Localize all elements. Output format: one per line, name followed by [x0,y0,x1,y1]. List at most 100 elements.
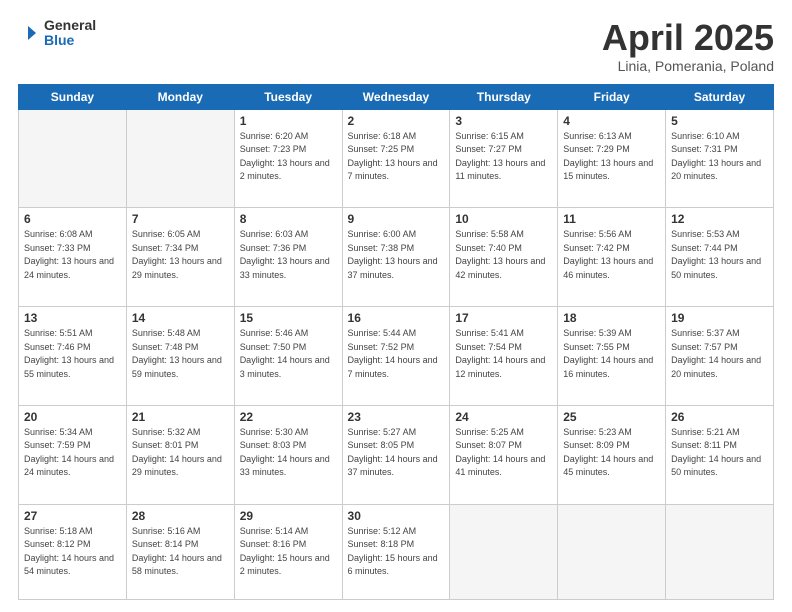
month-title: April 2025 [602,18,774,58]
calendar-cell: 25 Sunrise: 5:23 AM Sunset: 8:09 PM Dayli… [558,405,666,504]
calendar-cell: 5 Sunrise: 6:10 AM Sunset: 7:31 PM Daylig… [666,109,774,208]
calendar-cell: 30 Sunrise: 5:12 AM Sunset: 8:18 PM Dayli… [342,504,450,599]
header-sunday: Sunday [19,84,127,109]
logo: General Blue [18,18,96,49]
calendar-cell: 26 Sunrise: 5:21 AM Sunset: 8:11 PM Dayli… [666,405,774,504]
calendar-cell: 12 Sunrise: 5:53 AM Sunset: 7:44 PM Dayli… [666,208,774,307]
day-info: Sunrise: 6:08 AM Sunset: 7:33 PM Dayligh… [24,228,121,282]
calendar-cell: 19 Sunrise: 5:37 AM Sunset: 7:57 PM Dayli… [666,307,774,406]
day-number: 24 [455,410,552,424]
day-info: Sunrise: 5:37 AM Sunset: 7:57 PM Dayligh… [671,327,768,381]
calendar-week-row: 27 Sunrise: 5:18 AM Sunset: 8:12 PM Dayli… [19,504,774,599]
day-number: 22 [240,410,337,424]
header-saturday: Saturday [666,84,774,109]
day-info: Sunrise: 5:32 AM Sunset: 8:01 PM Dayligh… [132,426,229,480]
calendar-cell [126,109,234,208]
day-info: Sunrise: 5:12 AM Sunset: 8:18 PM Dayligh… [348,525,445,579]
day-info: Sunrise: 5:53 AM Sunset: 7:44 PM Dayligh… [671,228,768,282]
logo-general: General [44,18,96,33]
day-number: 3 [455,114,552,128]
location: Linia, Pomerania, Poland [602,58,774,74]
day-number: 27 [24,509,121,523]
header-wednesday: Wednesday [342,84,450,109]
calendar-cell [666,504,774,599]
day-info: Sunrise: 5:25 AM Sunset: 8:07 PM Dayligh… [455,426,552,480]
day-number: 9 [348,212,445,226]
calendar-cell: 28Sunrise: 5:16 AM Sunset: 8:14 PM Dayli… [126,504,234,599]
calendar-cell: 1 Sunrise: 6:20 AM Sunset: 7:23 PM Daylig… [234,109,342,208]
day-info: Sunrise: 5:48 AM Sunset: 7:48 PM Dayligh… [132,327,229,381]
day-number: 21 [132,410,229,424]
day-number: 17 [455,311,552,325]
day-info: Sunrise: 5:30 AM Sunset: 8:03 PM Dayligh… [240,426,337,480]
day-info: Sunrise: 5:18 AM Sunset: 8:12 PM Dayligh… [24,525,121,579]
day-number: 13 [24,311,121,325]
day-number: 1 [240,114,337,128]
calendar-cell [450,504,558,599]
calendar-cell: 23 Sunrise: 5:27 AM Sunset: 8:05 PM Dayli… [342,405,450,504]
day-info: Sunrise: 5:21 AM Sunset: 8:11 PM Dayligh… [671,426,768,480]
calendar-week-row: 1 Sunrise: 6:20 AM Sunset: 7:23 PM Daylig… [19,109,774,208]
logo-chevron-icon [18,22,40,44]
day-number: 18 [563,311,660,325]
calendar-cell: 22 Sunrise: 5:30 AM Sunset: 8:03 PM Dayli… [234,405,342,504]
header: General Blue April 2025 Linia, Pomerania… [18,18,774,74]
calendar-cell: 20Sunrise: 5:34 AM Sunset: 7:59 PM Dayli… [19,405,127,504]
page: General Blue April 2025 Linia, Pomerania… [0,0,792,612]
calendar-cell: 9 Sunrise: 6:00 AM Sunset: 7:38 PM Daylig… [342,208,450,307]
calendar-cell: 2 Sunrise: 6:18 AM Sunset: 7:25 PM Daylig… [342,109,450,208]
calendar-cell: 7Sunrise: 6:05 AM Sunset: 7:34 PM Daylig… [126,208,234,307]
day-info: Sunrise: 6:00 AM Sunset: 7:38 PM Dayligh… [348,228,445,282]
header-friday: Friday [558,84,666,109]
day-number: 12 [671,212,768,226]
calendar-cell: 6Sunrise: 6:08 AM Sunset: 7:33 PM Daylig… [19,208,127,307]
day-header-row: Sunday Monday Tuesday Wednesday Thursday… [19,84,774,109]
day-info: Sunrise: 5:41 AM Sunset: 7:54 PM Dayligh… [455,327,552,381]
day-number: 10 [455,212,552,226]
calendar-cell: 29 Sunrise: 5:14 AM Sunset: 8:16 PM Dayli… [234,504,342,599]
calendar-cell: 13 Sunrise: 5:51 AM Sunset: 7:46 PM Dayli… [19,307,127,406]
day-number: 29 [240,509,337,523]
day-number: 26 [671,410,768,424]
day-number: 30 [348,509,445,523]
day-info: Sunrise: 5:39 AM Sunset: 7:55 PM Dayligh… [563,327,660,381]
calendar-cell: 11 Sunrise: 5:56 AM Sunset: 7:42 PM Dayli… [558,208,666,307]
calendar-cell: 15Sunrise: 5:46 AM Sunset: 7:50 PM Dayli… [234,307,342,406]
day-info: Sunrise: 5:23 AM Sunset: 8:09 PM Dayligh… [563,426,660,480]
calendar-cell: 3 Sunrise: 6:15 AM Sunset: 7:27 PM Daylig… [450,109,558,208]
day-info: Sunrise: 5:56 AM Sunset: 7:42 PM Dayligh… [563,228,660,282]
logo-text: General Blue [18,18,96,49]
calendar-table: Sunday Monday Tuesday Wednesday Thursday… [18,84,774,600]
header-tuesday: Tuesday [234,84,342,109]
day-info: Sunrise: 6:05 AM Sunset: 7:34 PM Dayligh… [132,228,229,282]
day-number: 15 [240,311,337,325]
day-info: Sunrise: 6:15 AM Sunset: 7:27 PM Dayligh… [455,130,552,184]
day-number: 20 [24,410,121,424]
calendar-cell: 14Sunrise: 5:48 AM Sunset: 7:48 PM Dayli… [126,307,234,406]
day-number: 25 [563,410,660,424]
day-number: 16 [348,311,445,325]
day-info: Sunrise: 6:10 AM Sunset: 7:31 PM Dayligh… [671,130,768,184]
day-info: Sunrise: 5:27 AM Sunset: 8:05 PM Dayligh… [348,426,445,480]
calendar-cell: 17 Sunrise: 5:41 AM Sunset: 7:54 PM Dayli… [450,307,558,406]
calendar-cell: 10Sunrise: 5:58 AM Sunset: 7:40 PM Dayli… [450,208,558,307]
calendar-cell [19,109,127,208]
day-number: 11 [563,212,660,226]
day-info: Sunrise: 6:20 AM Sunset: 7:23 PM Dayligh… [240,130,337,184]
calendar-cell: 8 Sunrise: 6:03 AM Sunset: 7:36 PM Daylig… [234,208,342,307]
day-info: Sunrise: 5:14 AM Sunset: 8:16 PM Dayligh… [240,525,337,579]
day-info: Sunrise: 6:13 AM Sunset: 7:29 PM Dayligh… [563,130,660,184]
day-number: 5 [671,114,768,128]
day-info: Sunrise: 6:03 AM Sunset: 7:36 PM Dayligh… [240,228,337,282]
day-number: 19 [671,311,768,325]
calendar-cell: 18 Sunrise: 5:39 AM Sunset: 7:55 PM Dayli… [558,307,666,406]
calendar-cell: 21 Sunrise: 5:32 AM Sunset: 8:01 PM Dayli… [126,405,234,504]
day-number: 23 [348,410,445,424]
day-number: 2 [348,114,445,128]
header-monday: Monday [126,84,234,109]
calendar-cell: 24 Sunrise: 5:25 AM Sunset: 8:07 PM Dayli… [450,405,558,504]
day-number: 8 [240,212,337,226]
day-info: Sunrise: 5:51 AM Sunset: 7:46 PM Dayligh… [24,327,121,381]
day-number: 28 [132,509,229,523]
day-info: Sunrise: 6:18 AM Sunset: 7:25 PM Dayligh… [348,130,445,184]
